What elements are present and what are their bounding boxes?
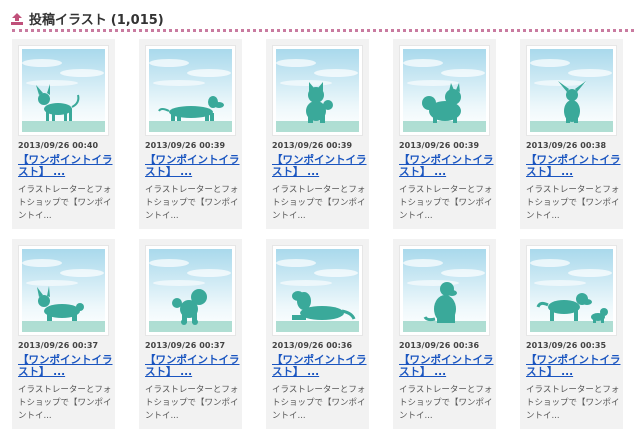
post-card[interactable]: 2013/09/26 00:37 【ワンポイントイラスト】 ... イラストレーター… [12,239,115,429]
post-description: イラストレーターとフォトショップで【ワンポイントイ... [399,385,493,421]
post-title-link[interactable]: 【ワンポイントイラスト】 ... [399,154,494,178]
post-date: 2013/09/26 00:39 [272,141,353,150]
dog-silhouette-icon [403,249,486,332]
post-title-link[interactable]: 【ワンポイントイラスト】 ... [272,154,367,178]
post-title-link[interactable]: 【ワンポイントイラスト】 ... [526,354,621,378]
post-date: 2013/09/26 00:37 [18,341,99,350]
post-description: イラストレーターとフォトショップで【ワンポイントイ... [272,385,366,421]
dog-silhouette-icon [530,49,613,132]
post-date: 2013/09/26 00:37 [145,341,226,350]
dog-silhouette-icon [403,49,486,132]
post-title-link[interactable]: 【ワンポイントイラスト】 ... [18,354,113,378]
post-date: 2013/09/26 00:38 [526,141,607,150]
post-description: イラストレーターとフォトショップで【ワンポイントイ... [526,385,620,421]
section-title: 投稿イラスト (1,015) [29,9,164,28]
dog-silhouette-icon [530,249,613,332]
dog-silhouette-icon [276,249,359,332]
post-card[interactable]: 2013/09/26 00:39 【ワンポイントイラスト】 ... イラストレーター… [266,39,369,229]
post-title-link[interactable]: 【ワンポイントイラスト】 ... [399,354,494,378]
post-description: イラストレーターとフォトショップで【ワンポイントイ... [145,185,239,221]
post-thumbnail[interactable] [18,45,109,136]
post-thumbnail[interactable] [526,45,617,136]
section-title-text: 投稿イラスト [29,12,107,28]
dog-silhouette-icon [149,249,232,332]
post-card[interactable]: 2013/09/26 00:36 【ワンポイントイラスト】 ... イラストレーター… [393,239,496,429]
post-description: イラストレーターとフォトショップで【ワンポイントイ... [18,185,112,221]
post-card[interactable]: 2013/09/26 00:36 【ワンポイントイラスト】 ... イラストレーター… [266,239,369,429]
post-date: 2013/09/26 00:40 [18,141,99,150]
post-card[interactable]: 2013/09/26 00:40 【ワンポイントイラスト】 ... イラストレーター… [12,39,115,229]
post-card[interactable]: 2013/09/26 00:39 【ワンポイントイラスト】 ... イラストレーター… [393,39,496,229]
section-header: 投稿イラスト (1,015) [10,8,630,28]
post-description: イラストレーターとフォトショップで【ワンポイントイ... [145,385,239,421]
post-thumbnail[interactable] [399,245,490,336]
post-description: イラストレーターとフォトショップで【ワンポイントイ... [272,185,366,221]
upload-icon [10,11,24,25]
post-description: イラストレーターとフォトショップで【ワンポイントイ... [526,185,620,221]
dotted-divider [12,29,634,32]
post-card[interactable]: 2013/09/26 00:38 【ワンポイントイラスト】 ... イラストレーター… [520,39,623,229]
post-title-link[interactable]: 【ワンポイントイラスト】 ... [18,154,113,178]
post-card[interactable]: 2013/09/26 00:35 【ワンポイントイラスト】 ... イラストレーター… [520,239,623,429]
post-title-link[interactable]: 【ワンポイントイラスト】 ... [145,154,240,178]
post-thumbnail[interactable] [272,45,363,136]
dog-silhouette-icon [22,49,105,132]
post-date: 2013/09/26 00:39 [145,141,226,150]
post-description: イラストレーターとフォトショップで【ワンポイントイ... [399,185,493,221]
post-description: イラストレーターとフォトショップで【ワンポイントイ... [18,385,112,421]
dog-silhouette-icon [276,49,359,132]
post-thumbnail[interactable] [145,45,236,136]
post-thumbnail[interactable] [18,245,109,336]
post-date: 2013/09/26 00:36 [272,341,353,350]
dog-silhouette-icon [149,49,232,132]
dog-silhouette-icon [22,249,105,332]
post-thumbnail[interactable] [272,245,363,336]
post-thumbnail[interactable] [399,45,490,136]
post-date: 2013/09/26 00:39 [399,141,480,150]
post-card[interactable]: 2013/09/26 00:37 【ワンポイントイラスト】 ... イラストレーター… [139,239,242,429]
post-thumbnail[interactable] [526,245,617,336]
post-grid: 2013/09/26 00:40 【ワンポイントイラスト】 ... イラストレーター… [12,39,632,429]
post-title-link[interactable]: 【ワンポイントイラスト】 ... [272,354,367,378]
post-date: 2013/09/26 00:36 [399,341,480,350]
post-count: (1,015) [110,12,164,28]
post-date: 2013/09/26 00:35 [526,341,607,350]
post-title-link[interactable]: 【ワンポイントイラスト】 ... [145,354,240,378]
post-card[interactable]: 2013/09/26 00:39 【ワンポイントイラスト】 ... イラストレーター… [139,39,242,229]
post-thumbnail[interactable] [145,245,236,336]
post-title-link[interactable]: 【ワンポイントイラスト】 ... [526,154,621,178]
